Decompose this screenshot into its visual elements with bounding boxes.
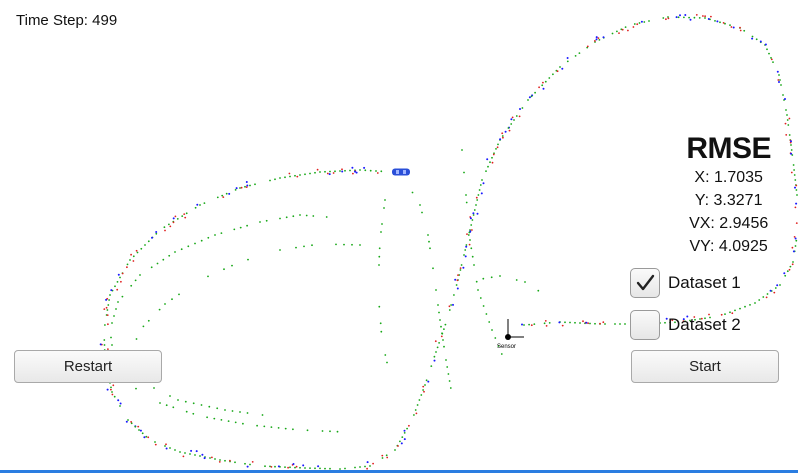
restart-button[interactable]: Restart [14,350,162,383]
rmse-x: X: 1.7035 [694,169,763,186]
rmse-vy: VY: 4.0925 [689,238,768,255]
time-step-label: Time Step: 499 [16,12,118,29]
dataset-1-checkbox[interactable] [630,268,660,298]
rmse-vx: VX: 2.9456 [689,215,769,232]
dataset-2-label: Dataset 2 [668,315,741,334]
rmse-title: RMSE [686,132,771,165]
start-button[interactable]: Start [631,350,779,383]
rmse-panel: RMSE X: 1.7035 Y: 3.3271 VX: 2.9456 VY: … [686,132,771,258]
sensor-label: Sensor [497,344,516,350]
car-icon [392,168,410,176]
dataset-1-option[interactable]: Dataset 1 [630,268,741,298]
checkmark-icon [636,274,655,291]
trajectory-canvas: Sensor [99,14,798,470]
rmse-y: Y: 3.3271 [694,192,763,209]
dataset-2-checkbox[interactable] [630,310,660,340]
dataset-2-option[interactable]: Dataset 2 [630,310,741,340]
dataset-1-label: Dataset 1 [668,273,741,292]
sensor-marker: Sensor [497,319,524,350]
